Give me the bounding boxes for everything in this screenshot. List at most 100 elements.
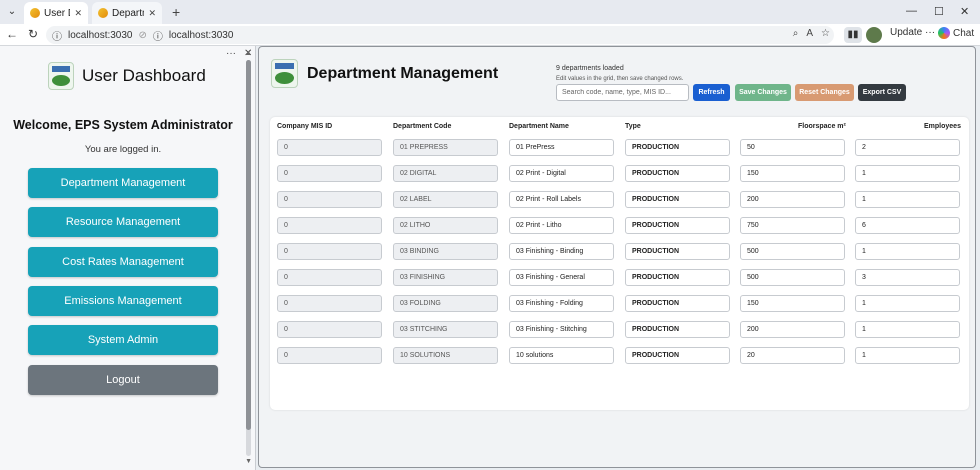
sidebar-title: User Dashboard bbox=[82, 66, 206, 85]
close-tab-icon[interactable]: ✕ bbox=[74, 8, 82, 19]
column-header-code: Department Code bbox=[393, 123, 452, 130]
save-changes-button[interactable]: Save Changes bbox=[735, 84, 791, 101]
mis-id-cell: 0 bbox=[277, 347, 382, 364]
refresh-button[interactable]: Refresh bbox=[693, 84, 730, 101]
type-field[interactable]: PRODUCTION bbox=[625, 321, 730, 338]
welcome-message: Welcome, EPS System Administrator bbox=[13, 118, 233, 132]
floorspace-field[interactable]: 500 bbox=[740, 269, 845, 286]
close-tab-icon[interactable]: ✕ bbox=[148, 8, 156, 19]
department-name-field[interactable]: 03 Finishing - Folding bbox=[509, 295, 614, 312]
minimize-icon[interactable]: — bbox=[906, 5, 917, 17]
browser-tab-bar: ⌄ User Dashbo ✕ Departmen ✕ + — ☐ ✕ bbox=[0, 0, 980, 24]
company-logo bbox=[271, 59, 298, 88]
type-field[interactable]: PRODUCTION bbox=[625, 295, 730, 312]
split-screen-icon[interactable]: ▮▮ bbox=[844, 27, 862, 43]
new-tab-plus-icon[interactable]: + bbox=[172, 4, 180, 20]
main-url: localhost:3030 bbox=[168, 29, 234, 41]
url-field[interactable]: ⓘ localhost:3030 ⊘ ⓘ localhost:3030 bbox=[46, 26, 834, 44]
search-input[interactable] bbox=[556, 84, 689, 101]
back-arrow-icon[interactable]: ← bbox=[6, 27, 18, 41]
employees-field[interactable]: 3 bbox=[855, 269, 960, 286]
type-field[interactable]: PRODUCTION bbox=[625, 243, 730, 260]
split-link-icon[interactable]: ⊘ bbox=[139, 30, 147, 41]
floorspace-field[interactable]: 200 bbox=[740, 191, 845, 208]
chat-label: Chat bbox=[953, 27, 975, 39]
floorspace-field[interactable]: 750 bbox=[740, 217, 845, 234]
tab-title: Departmen bbox=[112, 7, 144, 19]
chat-button[interactable]: Chat bbox=[938, 27, 974, 39]
reset-changes-button[interactable]: Reset Changes bbox=[795, 84, 854, 101]
table-row: 0 10 SOLUTIONS 10 solutions PRODUCTION 20 1 bbox=[270, 343, 969, 369]
site-info-icon[interactable]: ⓘ bbox=[153, 28, 163, 43]
table-row: 0 02 DIGITAL 02 Print - Digital PRODUCTION 1… bbox=[270, 161, 969, 187]
export-csv-button[interactable]: Export CSV bbox=[858, 84, 906, 101]
department-code-cell: 02 LITHO bbox=[393, 217, 498, 234]
logout-button[interactable]: Logout bbox=[28, 365, 218, 395]
department-name-field[interactable]: 03 Finishing - General bbox=[509, 269, 614, 286]
profile-avatar[interactable] bbox=[866, 27, 882, 43]
copilot-icon bbox=[938, 27, 950, 39]
department-name-field[interactable]: 02 Print - Digital bbox=[509, 165, 614, 182]
tab-department-management[interactable]: Departmen ✕ bbox=[92, 2, 162, 24]
department-code-cell: 03 BINDING bbox=[393, 243, 498, 260]
type-field[interactable]: PRODUCTION bbox=[625, 269, 730, 286]
sidebar-scrollbar-thumb[interactable] bbox=[246, 60, 251, 430]
update-button[interactable]: Update ··· bbox=[890, 27, 935, 38]
column-header-floorspace: Floorspace m² bbox=[798, 123, 846, 130]
departments-count: 9 departments loaded bbox=[556, 65, 624, 72]
scroll-up-arrow-icon[interactable]: ▲ bbox=[245, 50, 252, 57]
employees-field[interactable]: 1 bbox=[855, 295, 960, 312]
employees-field[interactable]: 1 bbox=[855, 321, 960, 338]
maximize-icon[interactable]: ☐ bbox=[934, 5, 944, 18]
floorspace-field[interactable]: 20 bbox=[740, 347, 845, 364]
close-window-icon[interactable]: ✕ bbox=[960, 5, 969, 18]
tab-user-dashboard[interactable]: User Dashbo ✕ bbox=[24, 2, 88, 24]
mis-id-cell: 0 bbox=[277, 165, 382, 182]
cost-rates-management-button[interactable]: Cost Rates Management bbox=[28, 247, 218, 277]
floorspace-field[interactable]: 150 bbox=[740, 295, 845, 312]
type-field[interactable]: PRODUCTION bbox=[625, 217, 730, 234]
column-header-employees: Employees bbox=[924, 123, 961, 130]
employees-field[interactable]: 1 bbox=[855, 347, 960, 364]
department-code-cell: 01 PREPRESS bbox=[393, 139, 498, 156]
department-name-field[interactable]: 03 Finishing - Binding bbox=[509, 243, 614, 260]
department-name-field[interactable]: 03 Finishing - Stitching bbox=[509, 321, 614, 338]
employees-field[interactable]: 1 bbox=[855, 191, 960, 208]
resource-management-button[interactable]: Resource Management bbox=[28, 207, 218, 237]
company-logo bbox=[48, 62, 74, 90]
zoom-icon[interactable]: ⌕ bbox=[793, 28, 799, 39]
more-options-icon[interactable]: ··· bbox=[226, 48, 236, 59]
employees-field[interactable]: 2 bbox=[855, 139, 960, 156]
scroll-down-arrow-icon[interactable]: ▼ bbox=[245, 458, 252, 465]
system-admin-button[interactable]: System Admin bbox=[28, 325, 218, 355]
favicon-icon bbox=[98, 8, 108, 18]
floorspace-field[interactable]: 500 bbox=[740, 243, 845, 260]
site-info-icon[interactable]: ⓘ bbox=[52, 28, 62, 43]
read-aloud-icon[interactable]: A bbox=[806, 28, 813, 39]
sidebar-url: localhost:3030 bbox=[68, 29, 133, 41]
type-field[interactable]: PRODUCTION bbox=[625, 139, 730, 156]
reload-icon[interactable]: ↻ bbox=[28, 27, 38, 41]
page-title: Department Management bbox=[307, 65, 499, 82]
type-field[interactable]: PRODUCTION bbox=[625, 165, 730, 182]
employees-field[interactable]: 6 bbox=[855, 217, 960, 234]
floorspace-field[interactable]: 150 bbox=[740, 165, 845, 182]
department-name-field[interactable]: 01 PrePress bbox=[509, 139, 614, 156]
employees-field[interactable]: 1 bbox=[855, 165, 960, 182]
department-name-field[interactable]: 02 Print - Litho bbox=[509, 217, 614, 234]
floorspace-field[interactable]: 200 bbox=[740, 321, 845, 338]
type-field[interactable]: PRODUCTION bbox=[625, 191, 730, 208]
favorite-star-icon[interactable]: ☆ bbox=[821, 28, 830, 39]
login-status: You are logged in. bbox=[84, 144, 162, 155]
emissions-management-button[interactable]: Emissions Management bbox=[28, 286, 218, 316]
mis-id-cell: 0 bbox=[277, 217, 382, 234]
department-name-field[interactable]: 02 Print - Roll Labels bbox=[509, 191, 614, 208]
department-management-button[interactable]: Department Management bbox=[28, 168, 218, 198]
type-field[interactable]: PRODUCTION bbox=[625, 347, 730, 364]
employees-field[interactable]: 1 bbox=[855, 243, 960, 260]
floorspace-field[interactable]: 50 bbox=[740, 139, 845, 156]
tab-list-chevron-icon[interactable]: ⌄ bbox=[4, 4, 20, 20]
mis-id-cell: 0 bbox=[277, 139, 382, 156]
mis-id-cell: 0 bbox=[277, 321, 382, 338]
department-name-field[interactable]: 10 solutions bbox=[509, 347, 614, 364]
